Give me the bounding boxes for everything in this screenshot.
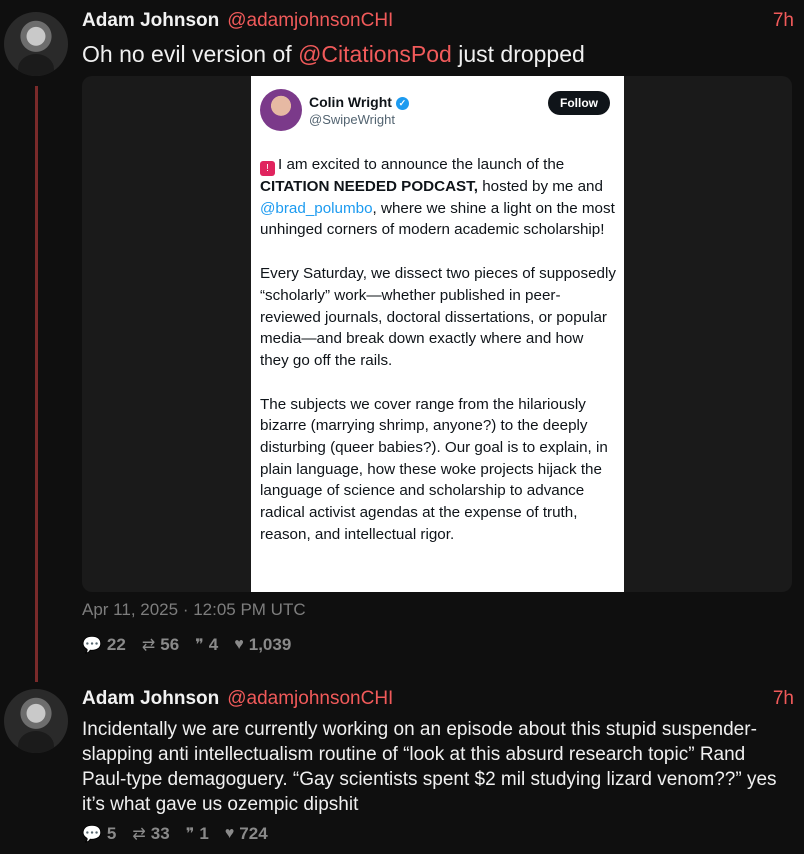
author-handle[interactable]: @adamjohnsonCHI <box>227 687 393 711</box>
thread-line <box>35 86 38 682</box>
comment-count[interactable]: 💬 5 <box>82 824 116 844</box>
embedded-paragraph: ! I am excited to announce the launch of … <box>260 156 615 239</box>
retweet-count[interactable]: ⇄ 33 <box>132 824 169 844</box>
comment-count[interactable]: 💬 22 <box>82 635 126 655</box>
embedded-paragraph: Every Saturday, we dissect two pieces of… <box>260 265 616 369</box>
embedded-paragraph: The subjects we cover range from the hil… <box>260 395 608 543</box>
tweet-text: Incidentally we are currently working on… <box>82 719 777 815</box>
tweet-text-start: Oh no evil version of <box>82 41 299 67</box>
like-count[interactable]: ♥ 1,039 <box>234 635 291 655</box>
heart-icon: ♥ <box>224 825 235 842</box>
like-count[interactable]: ♥ 724 <box>225 824 268 844</box>
timestamp[interactable]: 7h <box>773 687 794 711</box>
quote-count[interactable]: ❞ 4 <box>195 635 218 655</box>
quote-icon: ❞ <box>185 826 195 843</box>
author-name[interactable]: Adam Johnson <box>82 9 219 33</box>
embedded-follow-button: Follow <box>548 91 610 115</box>
retweet-icon: ⇄ <box>132 826 146 843</box>
retweet-icon: ⇄ <box>141 637 156 654</box>
tweet-date[interactable]: Apr 11, 2025 · 12:05 PM UTC <box>82 600 306 620</box>
tweet: Adam Johnson @adamjohnsonCHI 7h Incident… <box>82 687 794 817</box>
embedded-avatar <box>260 89 302 131</box>
tweet-stats: 💬 22 ⇄ 56 ❞ 4 ♥ 1,039 <box>82 635 291 655</box>
quote-icon: ❞ <box>195 637 204 654</box>
quote-count[interactable]: ❞ 1 <box>186 824 209 844</box>
speech-bubble-icon: 💬 <box>82 826 102 843</box>
tweet-header: Adam Johnson @adamjohnsonCHI 7h <box>82 9 794 33</box>
tweet: Adam Johnson @adamjohnsonCHI 7h Oh no ev… <box>82 9 794 69</box>
tweet-text: Oh no evil version of @CitationsPod just… <box>82 39 794 69</box>
tweet-stats: 💬 5 ⇄ 33 ❞ 1 ♥ 724 <box>82 824 268 844</box>
embedded-mention: @brad_polumbo <box>260 199 373 217</box>
avatar[interactable] <box>4 12 68 76</box>
tweet-header: Adam Johnson @adamjohnsonCHI 7h <box>82 687 794 711</box>
siren-icon: ! <box>260 161 275 176</box>
embedded-name: Colin Wright ✓ <box>309 94 409 110</box>
verified-badge-icon: ✓ <box>395 97 409 110</box>
avatar[interactable] <box>4 689 68 753</box>
retweet-count[interactable]: ⇄ 56 <box>142 635 179 655</box>
mention-link[interactable]: @CitationsPod <box>298 41 452 67</box>
timestamp[interactable]: 7h <box>773 9 794 33</box>
speech-bubble-icon: 💬 <box>82 637 102 654</box>
author-handle[interactable]: @adamjohnsonCHI <box>227 9 393 33</box>
author-name[interactable]: Adam Johnson <box>82 687 219 711</box>
embedded-body: ! I am excited to announce the launch of … <box>260 154 616 568</box>
embedded-handle: @SwipeWright <box>309 112 395 127</box>
tweet-text-end: just dropped <box>451 41 585 67</box>
embedded-tweet-image[interactable]: Colin Wright ✓ @SwipeWright Follow ! I am … <box>251 76 624 592</box>
heart-icon: ♥ <box>234 636 244 653</box>
